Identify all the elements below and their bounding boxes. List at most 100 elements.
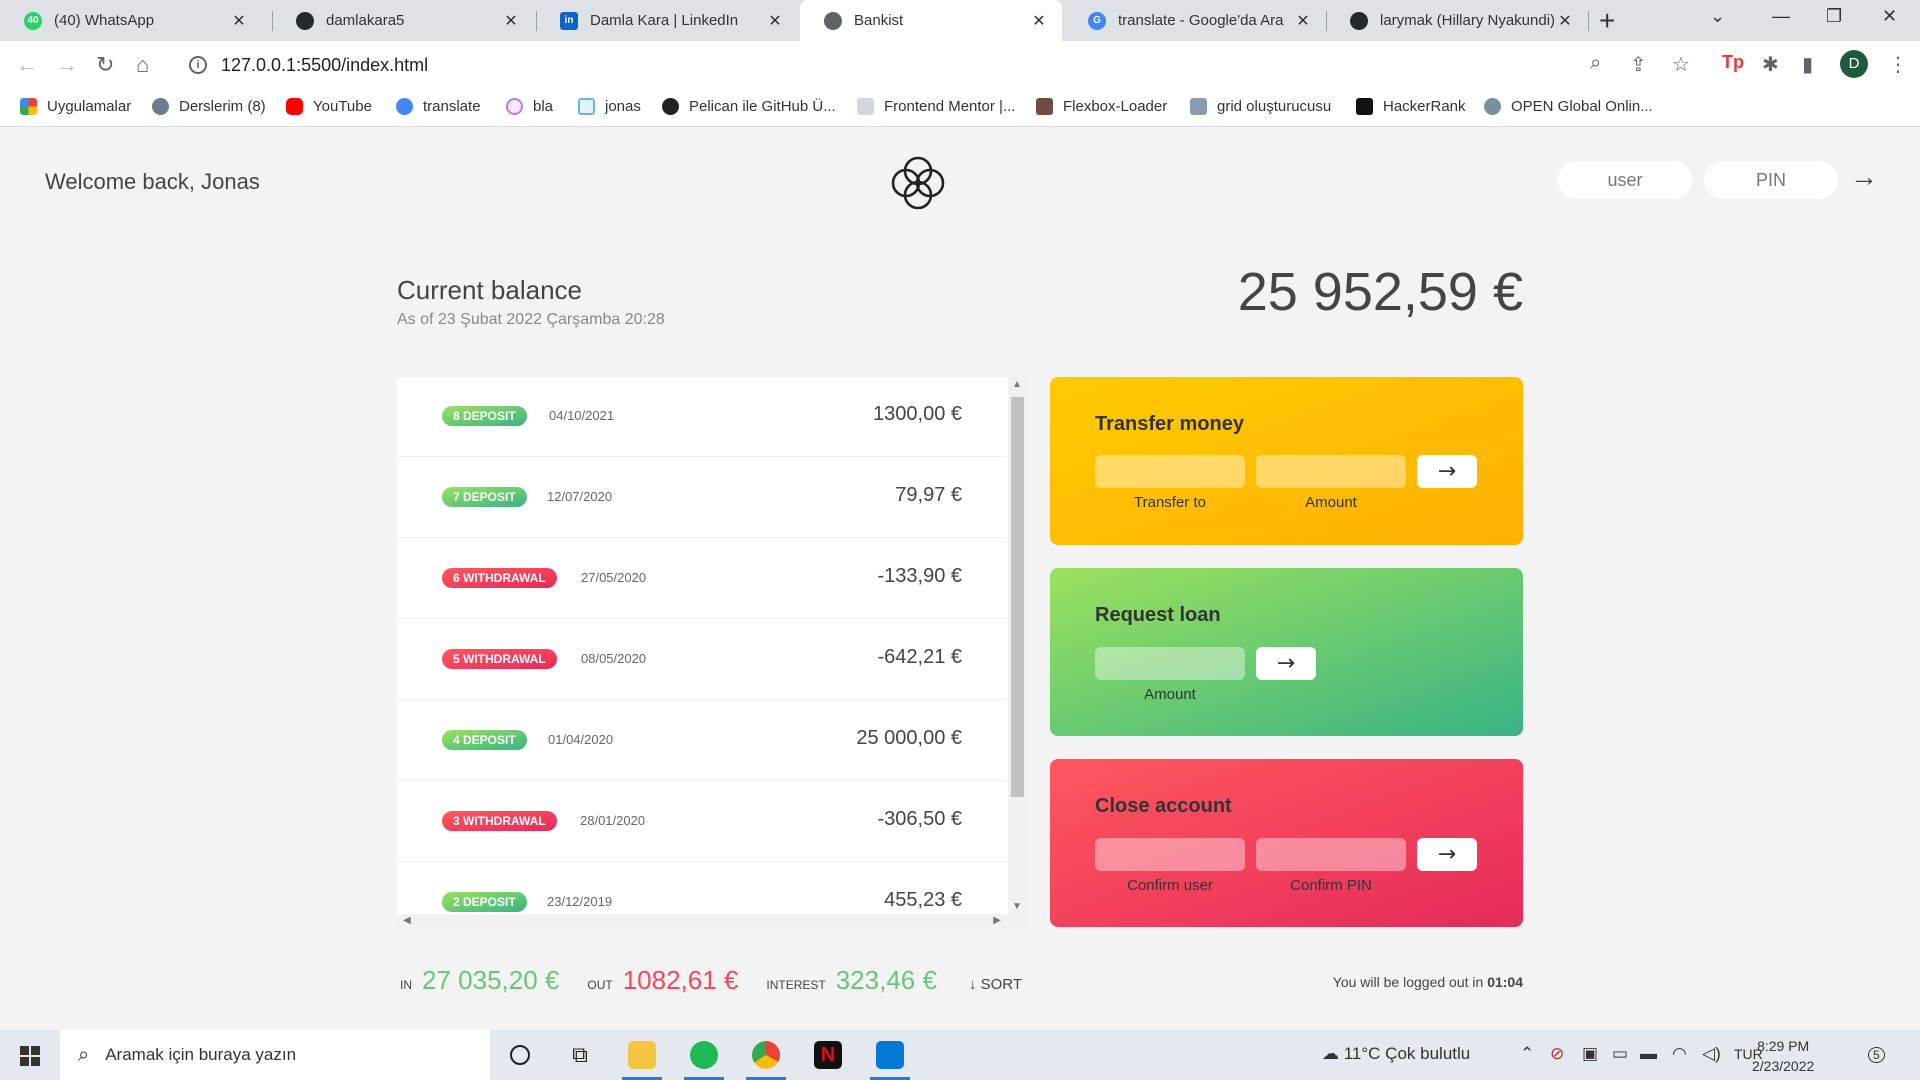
movements-horizontal-scrollbar[interactable]: ◀ ▶ <box>397 914 1027 931</box>
tab-bankist[interactable]: Bankist ✕ <box>800 0 1062 41</box>
bookmark-grid[interactable]: grid oluşturucusu <box>1190 98 1331 115</box>
wifi-icon[interactable]: ◠ <box>1672 1044 1687 1064</box>
confirm-user-input[interactable] <box>1095 838 1245 871</box>
tab-whatsapp[interactable]: 40 (40) WhatsApp ✕ <box>0 0 262 41</box>
movement-value: -306,50 € <box>877 808 962 830</box>
close-tab-icon[interactable]: ✕ <box>766 11 784 31</box>
bookmark-open-global[interactable]: OPEN Global Onlin... <box>1484 98 1653 115</box>
show-hidden-icons-icon[interactable]: ⌃ <box>1520 1044 1534 1064</box>
display-icon[interactable]: ▭ <box>1612 1044 1628 1064</box>
summary-out-label: Out <box>587 978 613 992</box>
movement-date: 28/01/2020 <box>580 813 646 828</box>
scroll-up-icon[interactable]: ▲ <box>1012 379 1022 390</box>
movement-date: 12/07/2020 <box>547 489 613 504</box>
request-loan-panel: Request loan → Amount <box>1050 568 1523 736</box>
antivirus-icon[interactable]: ⊘ <box>1550 1044 1564 1064</box>
close-window-button[interactable]: ✕ <box>1882 6 1897 27</box>
reload-icon[interactable]: ↻ <box>96 52 114 78</box>
confirm-pin-input[interactable] <box>1256 838 1406 871</box>
file-explorer-icon[interactable] <box>614 1030 670 1080</box>
netflix-icon[interactable]: N <box>800 1030 856 1080</box>
cortana-icon[interactable] <box>492 1030 548 1080</box>
restore-button[interactable]: ❐ <box>1826 6 1842 27</box>
notifications-icon[interactable]: 5 <box>1868 1044 1885 1064</box>
transfer-amount-input[interactable] <box>1256 455 1406 488</box>
forward-icon[interactable]: → <box>56 52 78 78</box>
bookmark-hackerrank[interactable]: HackerRank <box>1356 98 1466 115</box>
vscode-icon[interactable] <box>862 1030 918 1080</box>
battery-icon[interactable]: ▬ <box>1640 1044 1657 1064</box>
close-tab-icon[interactable]: ✕ <box>230 11 248 31</box>
movement-date: 27/05/2020 <box>581 570 647 585</box>
search-icon: ⌕ <box>78 1043 90 1066</box>
bookmark-jonas[interactable]: jonas <box>578 98 641 115</box>
loan-amount-label: Amount <box>1144 686 1196 703</box>
tab-linkedin[interactable]: in Damla Kara | LinkedIn ✕ <box>536 0 798 41</box>
omnibox[interactable]: i 127.0.0.1:5500/index.html <box>175 46 1795 84</box>
apps-grid-icon <box>20 98 37 115</box>
movement-date: 04/10/2021 <box>549 408 615 423</box>
tab-label: damlakara5 <box>326 12 405 29</box>
login-arrow-button[interactable]: → <box>1850 161 1878 193</box>
bookmark-bla[interactable]: bla <box>506 98 553 115</box>
summary-in-value: 27 035,20 € <box>422 965 560 995</box>
taskbar-clock[interactable]: 8:29 PM 2/23/2022 <box>1752 1036 1814 1076</box>
transfer-to-input[interactable] <box>1095 455 1245 488</box>
bookmark-derslerim[interactable]: Derslerim (8) <box>152 98 266 115</box>
close-tab-icon[interactable]: ✕ <box>1294 11 1312 31</box>
profile-avatar[interactable]: D <box>1840 50 1868 78</box>
weather-text: 11°C Çok bulutlu <box>1343 1044 1471 1063</box>
login-pin-input[interactable] <box>1704 161 1838 199</box>
movements-list[interactable]: 8 deposit 04/10/2021 1300,00 € 7 deposit… <box>397 377 1027 927</box>
back-icon[interactable]: ← <box>16 52 38 78</box>
linkedin-icon: in <box>560 11 578 30</box>
bookmark-translate[interactable]: translate <box>396 98 481 115</box>
minimize-button[interactable]: — <box>1772 6 1790 27</box>
home-icon[interactable]: ⌂ <box>136 52 149 78</box>
extensions-puzzle-icon[interactable]: ✱ <box>1762 52 1779 77</box>
weather-widget[interactable]: ☁ 11°C Çok bulutlu <box>1322 1044 1470 1064</box>
tab-github-damlakara5[interactable]: damlakara5 ✕ <box>272 0 534 41</box>
scroll-right-icon[interactable]: ▶ <box>993 915 1001 926</box>
bookmark-star-icon[interactable]: ☆ <box>1672 52 1690 77</box>
tab-label: translate - Google'da Ara <box>1118 12 1284 29</box>
bookmark-pelican[interactable]: Pelican ile GitHub Ü... <box>662 98 836 115</box>
chrome-icon[interactable] <box>738 1030 794 1080</box>
tab-search-icon[interactable]: ⌄ <box>1710 6 1725 27</box>
bookmark-frontend-mentor[interactable]: Frontend Mentor |... <box>857 98 1015 115</box>
close-tab-icon[interactable]: ✕ <box>1556 11 1574 31</box>
taskbar-search-box[interactable]: ⌕ Aramak için buraya yazın <box>60 1030 490 1080</box>
tab-google-translate[interactable]: G translate - Google'da Ara ✕ <box>1064 0 1326 41</box>
bookmark-youtube[interactable]: YouTube <box>286 98 372 115</box>
scrollbar-thumb[interactable] <box>1011 397 1024 797</box>
bookmark-apps[interactable]: Uygulamalar <box>20 98 131 115</box>
scroll-left-icon[interactable]: ◀ <box>403 915 411 926</box>
loan-amount-input[interactable] <box>1095 647 1245 680</box>
zoom-icon[interactable]: ⌕ <box>1590 52 1601 75</box>
share-icon[interactable]: ⇪ <box>1630 52 1647 77</box>
close-submit-button[interactable]: → <box>1417 838 1477 871</box>
device-icon[interactable]: ▣ <box>1582 1044 1598 1064</box>
bookmark-flexbox-loader[interactable]: Flexbox-Loader <box>1036 98 1167 115</box>
task-view-icon[interactable]: ⧉ <box>552 1030 608 1080</box>
close-tab-icon[interactable]: ✕ <box>502 11 520 31</box>
scroll-down-icon[interactable]: ▼ <box>1012 901 1022 912</box>
login-user-input[interactable] <box>1558 161 1692 199</box>
side-panel-icon[interactable]: ▮ <box>1802 52 1813 77</box>
menu-kebab-icon[interactable]: ⋮ <box>1888 52 1908 77</box>
loan-submit-button[interactable]: → <box>1256 647 1316 680</box>
spotify-icon[interactable] <box>676 1030 732 1080</box>
extension-tp-icon[interactable]: Tp <box>1722 52 1744 73</box>
volume-icon[interactable]: ◁) <box>1702 1044 1721 1064</box>
new-tab-button[interactable]: + <box>1599 5 1615 37</box>
close-tab-icon[interactable]: ✕ <box>1030 11 1048 31</box>
movements-vertical-scrollbar[interactable]: ▲ ▼ <box>1008 377 1027 914</box>
site-info-icon[interactable]: i <box>189 56 207 74</box>
movement-value: -642,21 € <box>877 646 962 668</box>
windows-start-icon[interactable] <box>20 1046 40 1066</box>
tab-github-larymak[interactable]: larymak (Hillary Nyakundi) ✕ <box>1326 0 1588 41</box>
url-text[interactable]: 127.0.0.1:5500/index.html <box>221 55 428 76</box>
google-icon: G <box>1088 11 1106 30</box>
sort-button[interactable]: ↓ SORT <box>969 976 1022 993</box>
transfer-submit-button[interactable]: → <box>1417 455 1477 488</box>
